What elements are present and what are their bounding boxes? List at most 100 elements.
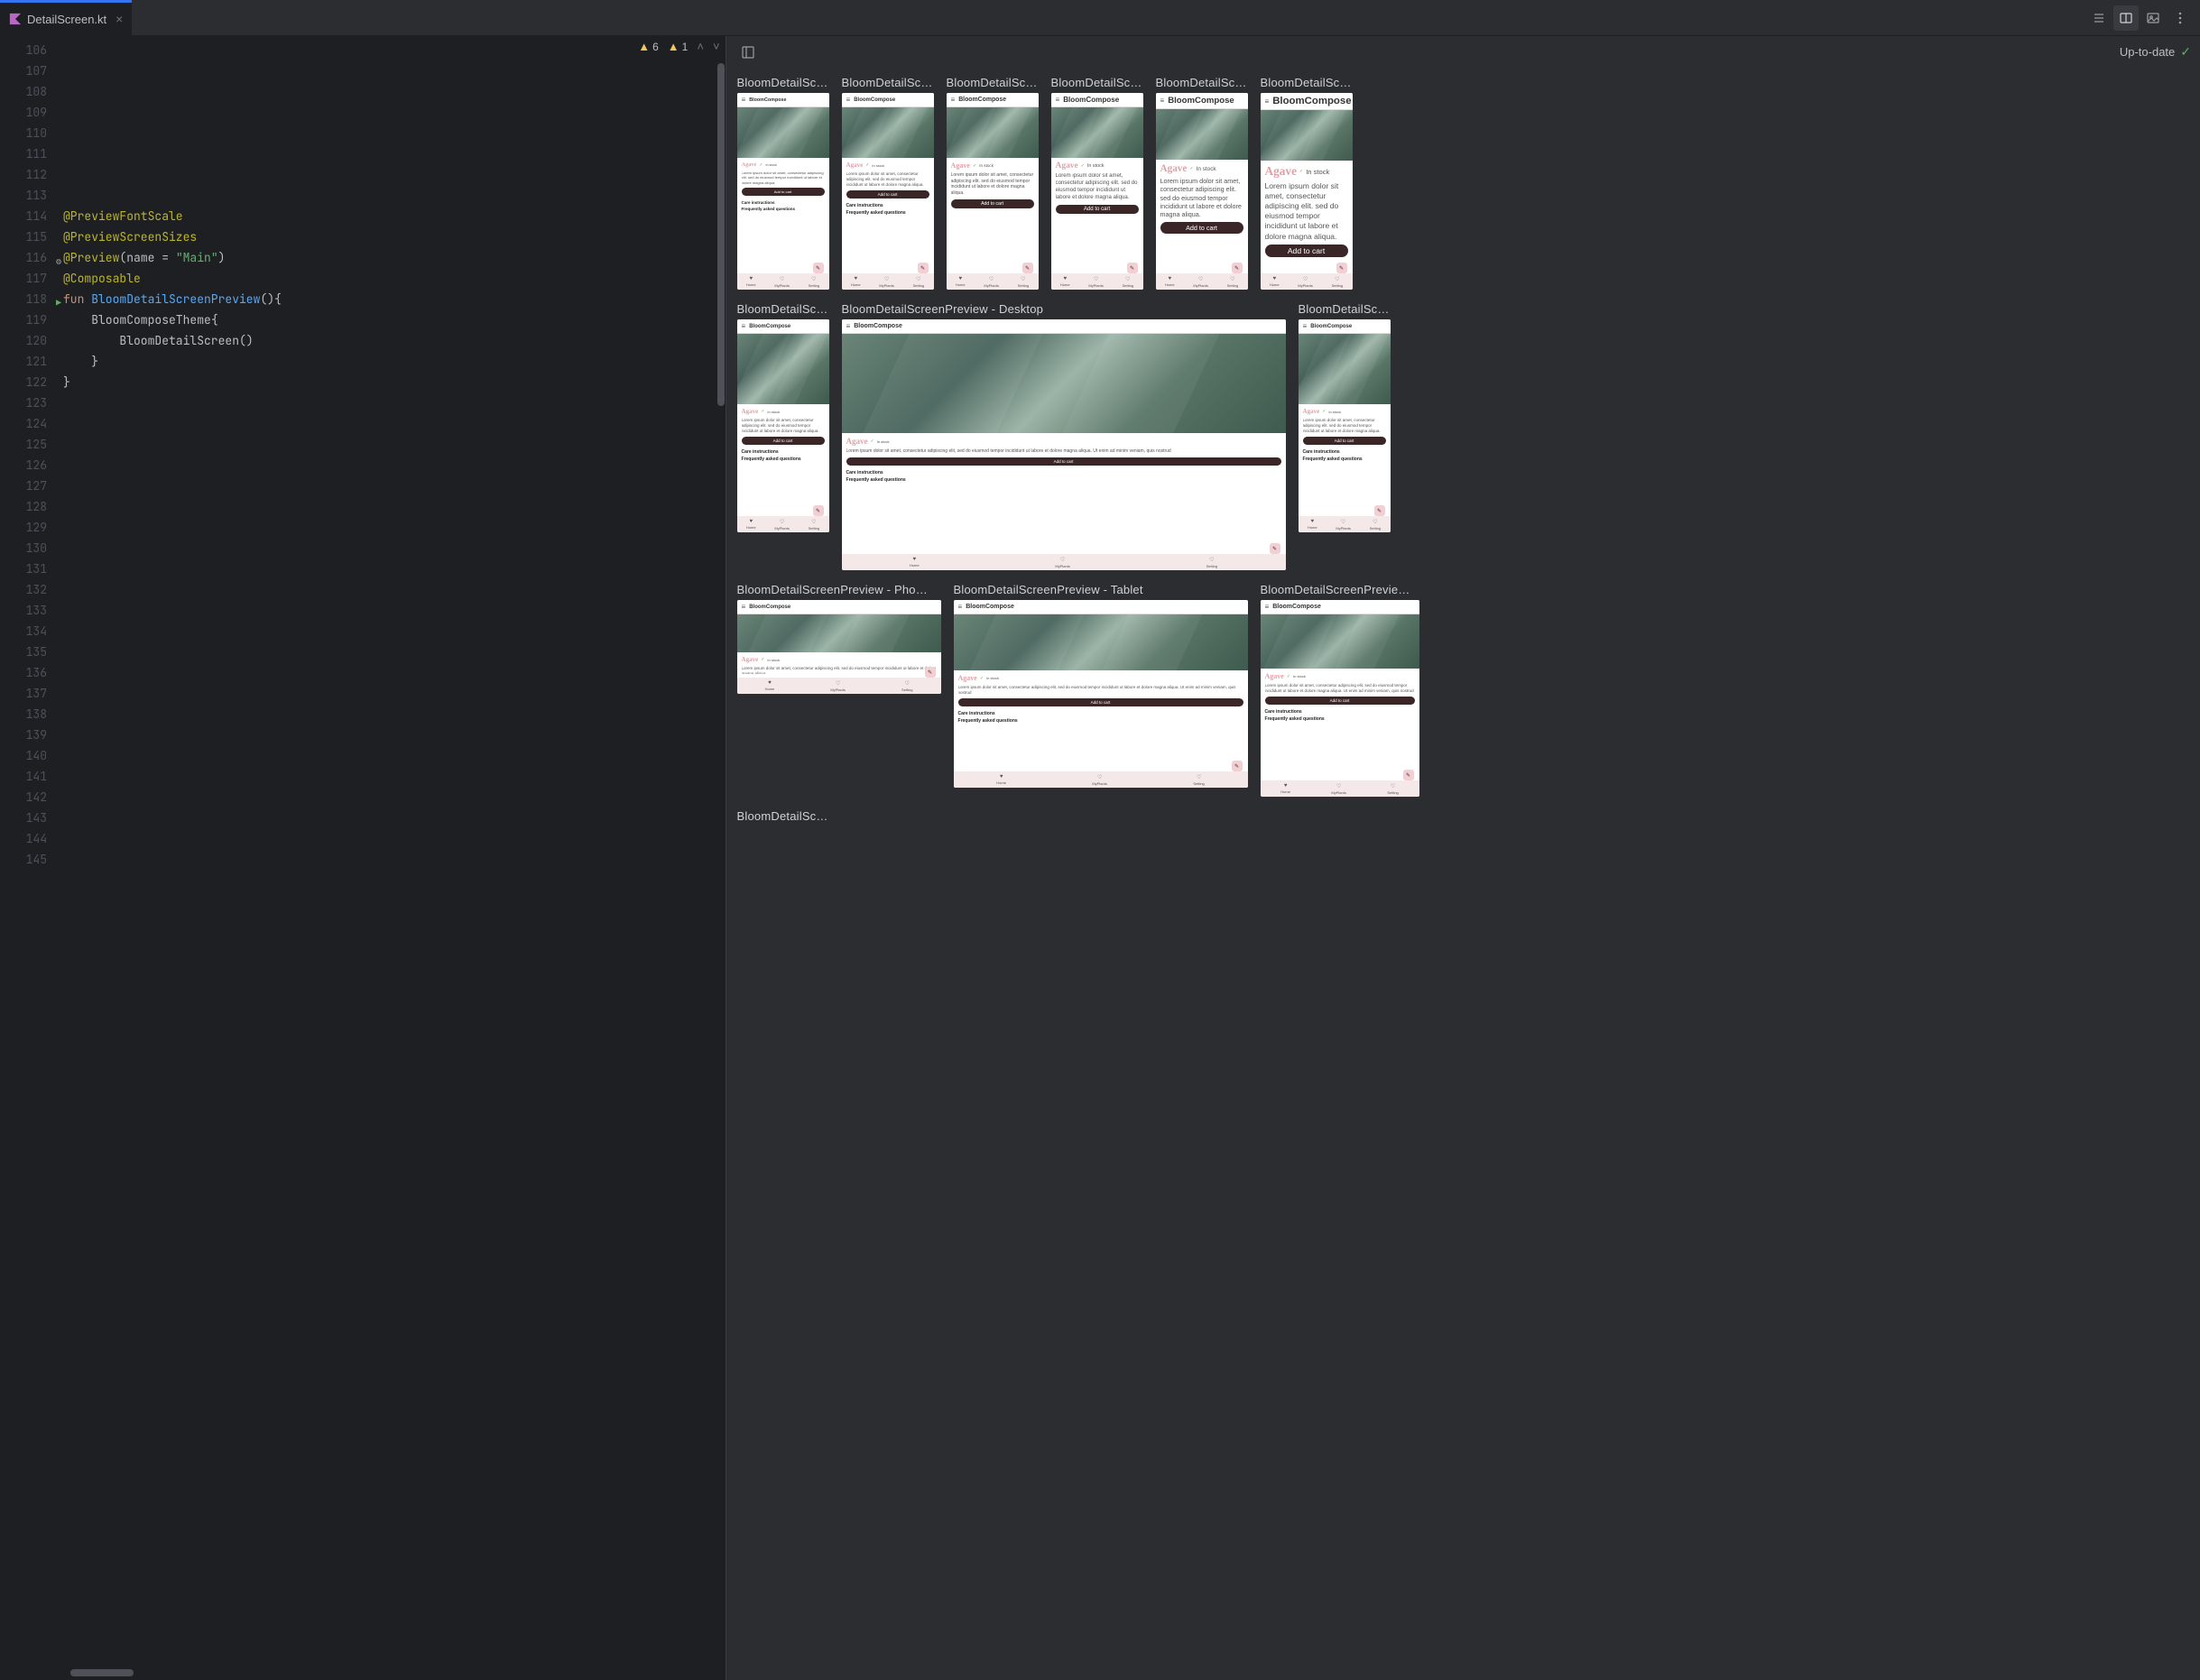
preview-device[interactable]: ≡BloomComposeAgave✓In stockLorem ipsum d… (1156, 93, 1248, 290)
nav-setting[interactable]: ♡Setting (913, 276, 924, 288)
nav-home[interactable]: ♥Home (746, 276, 756, 288)
horizontal-scrollbar[interactable] (70, 1669, 134, 1676)
line-gutter[interactable]: 106107108109110111112113114115116⚙117118… (0, 36, 63, 1680)
section-faq[interactable]: Frequently asked questions (1303, 457, 1386, 462)
fab-edit[interactable]: ✎ (918, 263, 929, 273)
fab-edit[interactable]: ✎ (925, 667, 936, 678)
nav-home[interactable]: ♥Home (996, 774, 1006, 786)
preview-device[interactable]: ≡BloomComposeAgave✓In stockLorem ipsum d… (737, 319, 829, 532)
nav-home[interactable]: ♥Home (851, 276, 861, 288)
nav-home[interactable]: ♥Home (765, 680, 775, 692)
add-to-cart-button[interactable]: Add to cart (846, 190, 929, 198)
fab-edit[interactable]: ✎ (1374, 505, 1385, 516)
section-care[interactable]: Care instructions (1303, 449, 1386, 455)
add-to-cart-button[interactable]: Add to cart (742, 437, 825, 445)
nav-setting[interactable]: ♡Setting (1123, 276, 1133, 288)
chevron-up-icon[interactable]: ˄ (697, 40, 704, 53)
preview-device[interactable]: ≡BloomComposeAgave✓In stockLorem ipsum d… (954, 600, 1248, 788)
nav-home[interactable]: ♥Home (1280, 783, 1290, 795)
section-care[interactable]: Care instructions (742, 449, 825, 455)
view-split-icon[interactable] (2113, 5, 2139, 31)
add-to-cart-button[interactable]: Add to cart (958, 698, 1243, 706)
nav-myplants[interactable]: ♡MyPlants (830, 680, 845, 692)
nav-home[interactable]: ♥Home (956, 276, 966, 288)
nav-setting[interactable]: ♡Setting (1193, 774, 1204, 786)
fab-edit[interactable]: ✎ (1232, 761, 1243, 771)
fab-edit[interactable]: ✎ (813, 505, 824, 516)
nav-home[interactable]: ♥Home (1308, 519, 1317, 531)
nav-setting[interactable]: ♡Setting (1370, 519, 1381, 531)
preview-scroll[interactable]: BloomDetailSc… ≡BloomComposeAgave✓In sto… (726, 69, 2200, 1680)
nav-myplants[interactable]: ♡MyPlants (1088, 276, 1103, 288)
nav-setting[interactable]: ♡Setting (1387, 783, 1398, 795)
preview-device[interactable]: ≡BloomComposeAgave✓In stockLorem ipsum d… (842, 93, 934, 290)
preview-device[interactable]: ≡BloomComposeAgave✓In stockLorem ipsum d… (947, 93, 1039, 290)
nav-setting[interactable]: ♡Setting (901, 680, 912, 692)
nav-setting[interactable]: ♡Setting (809, 276, 819, 288)
preview-device[interactable]: ≡BloomComposeAgave✓In stockLorem ipsum d… (1051, 93, 1143, 290)
nav-setting[interactable]: ♡Setting (809, 519, 819, 531)
section-care[interactable]: Care instructions (958, 711, 1243, 716)
nav-home[interactable]: ♥Home (910, 557, 920, 568)
fab-edit[interactable]: ✎ (1270, 543, 1280, 554)
add-to-cart-button[interactable]: Add to cart (1265, 697, 1415, 705)
view-list-icon[interactable] (2086, 5, 2112, 31)
nav-myplants[interactable]: ♡MyPlants (1331, 783, 1345, 795)
add-to-cart-button[interactable]: Add to cart (1056, 205, 1139, 214)
chevron-down-icon[interactable]: ˅ (713, 40, 720, 53)
section-care[interactable]: Care instructions (846, 203, 929, 208)
section-faq[interactable]: Frequently asked questions (1265, 716, 1415, 722)
preview-device[interactable]: ≡BloomComposeAgave✓In stockLorem ipsum d… (1299, 319, 1391, 532)
add-to-cart-button[interactable]: Add to cart (1265, 245, 1348, 257)
code-editor[interactable]: ▲6 ▲1 ˄ ˅ 106107108109110111112113114115… (0, 36, 726, 1680)
nav-myplants[interactable]: ♡MyPlants (1193, 276, 1207, 288)
code-area[interactable]: @PreviewFontScale @PreviewScreenSizes @P… (63, 36, 726, 1680)
nav-home[interactable]: ♥Home (746, 519, 756, 531)
preview-device[interactable]: ≡BloomComposeAgave✓In stockLorem ipsum d… (1261, 600, 1419, 797)
preview-device[interactable]: ≡BloomComposeAgave✓In stockLorem ipsum d… (737, 93, 829, 290)
nav-home[interactable]: ♥Home (1060, 276, 1070, 288)
section-care[interactable]: Care instructions (742, 200, 825, 205)
vertical-scrollbar[interactable] (717, 63, 725, 406)
layout-icon[interactable] (735, 40, 761, 65)
more-options-icon[interactable] (2168, 5, 2193, 31)
fab-edit[interactable]: ✎ (1403, 770, 1414, 780)
section-care[interactable]: Care instructions (846, 470, 1281, 475)
nav-setting[interactable]: ♡Setting (1018, 276, 1029, 288)
nav-myplants[interactable]: ♡MyPlants (1092, 774, 1106, 786)
preview-device[interactable]: ≡BloomComposeAgave✓In stockLorem ipsum d… (842, 319, 1286, 570)
nav-myplants[interactable]: ♡MyPlants (1055, 557, 1069, 568)
section-faq[interactable]: Frequently asked questions (958, 718, 1243, 724)
nav-myplants[interactable]: ♡MyPlants (774, 519, 789, 531)
nav-setting[interactable]: ♡Setting (1227, 276, 1238, 288)
preview-device[interactable]: ≡BloomComposeAgave✓In stockLorem ipsum d… (737, 600, 941, 694)
editor-tab[interactable]: DetailScreen.kt × (0, 0, 132, 35)
view-design-icon[interactable] (2140, 5, 2166, 31)
section-faq[interactable]: Frequently asked questions (846, 210, 929, 216)
add-to-cart-button[interactable]: Add to cart (1160, 222, 1243, 234)
section-faq[interactable]: Frequently asked questions (742, 457, 825, 462)
section-faq[interactable]: Frequently asked questions (846, 477, 1281, 483)
nav-setting[interactable]: ♡Setting (1332, 276, 1343, 288)
fab-edit[interactable]: ✎ (1232, 263, 1243, 273)
section-faq[interactable]: Frequently asked questions (742, 207, 825, 211)
nav-myplants[interactable]: ♡MyPlants (879, 276, 893, 288)
nav-setting[interactable]: ♡Setting (1206, 557, 1217, 568)
add-to-cart-button[interactable]: Add to cart (742, 188, 825, 196)
nav-home[interactable]: ♥Home (1165, 276, 1175, 288)
nav-myplants[interactable]: ♡MyPlants (774, 276, 789, 288)
fab-edit[interactable]: ✎ (813, 263, 824, 273)
nav-myplants[interactable]: ♡MyPlants (1298, 276, 1312, 288)
nav-home[interactable]: ♥Home (1270, 276, 1280, 288)
fab-edit[interactable]: ✎ (1022, 263, 1033, 273)
add-to-cart-button[interactable]: Add to cart (951, 199, 1034, 208)
nav-myplants[interactable]: ♡MyPlants (984, 276, 998, 288)
section-care[interactable]: Care instructions (1265, 709, 1415, 715)
preview-device[interactable]: ≡BloomComposeAgave✓In stockLorem ipsum d… (1261, 93, 1353, 290)
nav-myplants[interactable]: ♡MyPlants (1336, 519, 1350, 531)
fab-edit[interactable]: ✎ (1336, 263, 1347, 273)
add-to-cart-button[interactable]: Add to cart (1303, 437, 1386, 445)
close-icon[interactable]: × (116, 12, 123, 26)
fab-edit[interactable]: ✎ (1127, 263, 1138, 273)
inspection-widget[interactable]: ▲6 ▲1 ˄ ˅ (638, 40, 719, 53)
